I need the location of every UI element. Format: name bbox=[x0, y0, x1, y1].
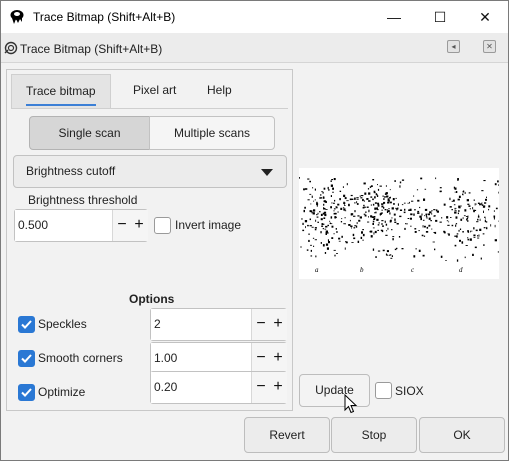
chevron-down-icon bbox=[261, 169, 273, 176]
siox-checkbox[interactable] bbox=[375, 382, 392, 399]
trace-bitmap-window: Trace Bitmap (Shift+Alt+B) — ☐ ✕ Trace B… bbox=[0, 0, 509, 461]
mouse-pointer-icon bbox=[344, 394, 358, 414]
optimize-spinbutton: 0.20 − + bbox=[150, 371, 287, 404]
invert-image-label: Invert image bbox=[175, 218, 242, 232]
speckles-input[interactable]: 2 bbox=[151, 309, 252, 340]
collapse-icon: ◂ bbox=[451, 42, 456, 51]
dock-title: Trace Bitmap (Shift+Alt+B) bbox=[20, 42, 163, 56]
increment-button[interactable]: + bbox=[130, 210, 148, 241]
checkmark-icon bbox=[21, 320, 32, 329]
maximize-icon: ☐ bbox=[433, 8, 447, 25]
trace-preview-image: a b c d bbox=[299, 168, 499, 279]
smooth-corners-checkbox[interactable] bbox=[18, 350, 35, 367]
siox-label: SIOX bbox=[395, 384, 424, 398]
preview-label-d: d bbox=[459, 266, 463, 274]
tab-pixel-art[interactable]: Pixel art bbox=[119, 74, 190, 108]
invert-image-checkbox[interactable] bbox=[154, 217, 171, 234]
optimize-checkbox[interactable] bbox=[18, 384, 35, 401]
detection-mode-value: Brightness cutoff bbox=[26, 164, 116, 178]
decrement-button[interactable]: − bbox=[252, 343, 270, 374]
speckles-label: Speckles bbox=[38, 317, 87, 331]
smooth-corners-input[interactable]: 1.00 bbox=[151, 343, 252, 374]
update-preview-button[interactable]: Update bbox=[299, 374, 370, 407]
decrement-button[interactable]: − bbox=[113, 210, 131, 241]
minus-icon: − bbox=[256, 378, 266, 395]
stop-button[interactable]: Stop bbox=[331, 417, 417, 453]
plus-icon: + bbox=[273, 378, 283, 395]
preview-label-a: a bbox=[315, 266, 319, 274]
plus-icon: + bbox=[134, 216, 144, 233]
dock-collapse-button[interactable]: ◂ bbox=[447, 40, 460, 53]
decrement-button[interactable]: − bbox=[252, 372, 270, 403]
minimize-icon: — bbox=[387, 9, 401, 25]
speckles-spinbutton: 2 − + bbox=[150, 308, 287, 341]
tab-trace-bitmap[interactable]: Trace bitmap bbox=[11, 74, 111, 108]
active-tab-indicator bbox=[26, 104, 96, 106]
revert-button[interactable]: Revert bbox=[244, 417, 330, 453]
inkscape-app-icon bbox=[10, 10, 24, 24]
ok-label: OK bbox=[453, 428, 471, 442]
close-icon: ✕ bbox=[486, 42, 493, 51]
plus-icon: + bbox=[273, 349, 283, 366]
single-scan-toggle[interactable]: Single scan bbox=[29, 116, 150, 150]
multiple-scans-label: Multiple scans bbox=[173, 126, 251, 140]
optimize-input[interactable]: 0.20 bbox=[151, 372, 252, 403]
revert-label: Revert bbox=[269, 428, 305, 442]
multiple-scans-toggle[interactable]: Multiple scans bbox=[149, 116, 275, 150]
brightness-threshold-spinbutton: 0.500 − + bbox=[14, 209, 148, 242]
close-icon: ✕ bbox=[479, 8, 491, 25]
brightness-threshold-input[interactable]: 0.500 bbox=[15, 210, 113, 241]
tab-help[interactable]: Help bbox=[193, 74, 246, 108]
optimize-label: Optimize bbox=[38, 385, 86, 399]
ok-button[interactable]: OK bbox=[419, 417, 505, 453]
smooth-corners-label: Smooth corners bbox=[38, 351, 123, 365]
checkmark-icon bbox=[21, 388, 32, 397]
trace-bitmap-icon bbox=[4, 41, 18, 55]
checkmark-icon bbox=[21, 354, 32, 363]
tab-label: Help bbox=[207, 83, 232, 97]
tab-label: Trace bitmap bbox=[26, 84, 96, 98]
preview-label-b: b bbox=[360, 266, 364, 274]
tab-label: Pixel art bbox=[133, 83, 177, 97]
detection-mode-dropdown[interactable]: Brightness cutoff bbox=[13, 155, 287, 188]
minus-icon: − bbox=[256, 349, 266, 366]
options-heading: Options bbox=[129, 292, 175, 306]
increment-button[interactable]: + bbox=[269, 372, 287, 403]
dialog-dock-header: Trace Bitmap (Shift+Alt+B) ◂ ✕ bbox=[1, 33, 508, 63]
minimize-button[interactable]: — bbox=[371, 1, 417, 33]
decrement-button[interactable]: − bbox=[252, 309, 270, 340]
dock-close-button[interactable]: ✕ bbox=[483, 40, 496, 53]
increment-button[interactable]: + bbox=[269, 343, 287, 374]
single-scan-label: Single scan bbox=[58, 126, 121, 140]
window-title: Trace Bitmap (Shift+Alt+B) bbox=[33, 10, 176, 24]
tab-content: Single scan Multiple scans Brightness cu… bbox=[11, 108, 288, 404]
close-button[interactable]: ✕ bbox=[462, 1, 508, 33]
increment-button[interactable]: + bbox=[269, 309, 287, 340]
minus-icon: − bbox=[117, 216, 127, 233]
plus-icon: + bbox=[273, 315, 283, 332]
trace-options-panel: Trace bitmap Pixel art Help Single scan … bbox=[6, 69, 293, 411]
title-bar[interactable]: Trace Bitmap (Shift+Alt+B) — ☐ ✕ bbox=[1, 1, 508, 33]
speckles-checkbox[interactable] bbox=[18, 316, 35, 333]
maximize-button[interactable]: ☐ bbox=[417, 1, 463, 33]
brightness-threshold-label: Brightness threshold bbox=[28, 193, 138, 207]
minus-icon: − bbox=[256, 315, 266, 332]
stop-label: Stop bbox=[361, 428, 387, 442]
tab-bar: Trace bitmap Pixel art Help bbox=[11, 74, 288, 108]
